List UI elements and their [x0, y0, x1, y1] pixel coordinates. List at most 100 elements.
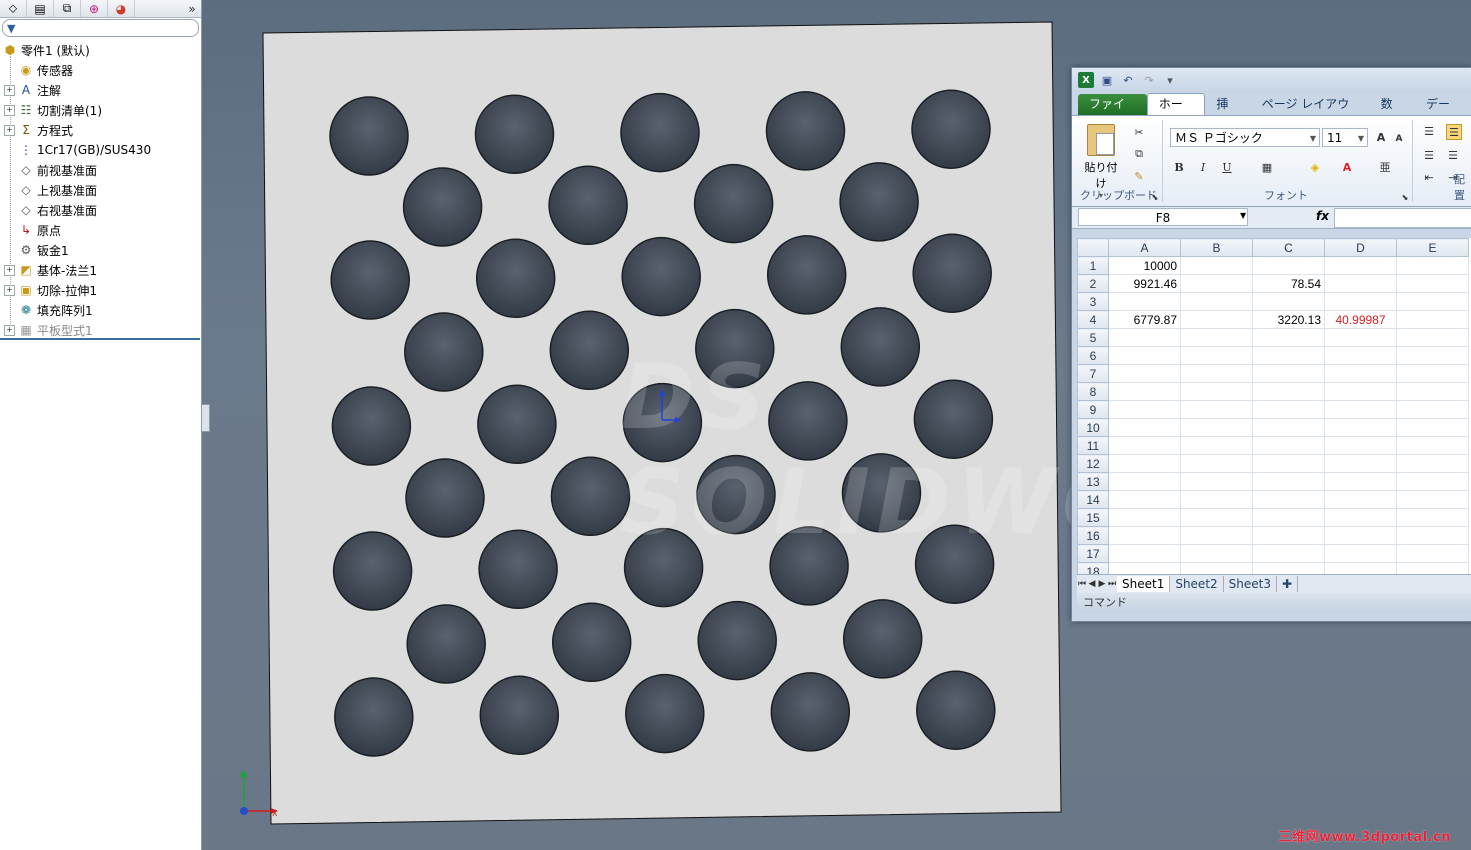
cell-d3[interactable]	[1324, 292, 1397, 311]
name-box[interactable]: F8	[1078, 208, 1248, 226]
cell-a5[interactable]	[1108, 328, 1181, 347]
cell-c12[interactable]	[1252, 454, 1325, 473]
cell-c13[interactable]	[1252, 472, 1325, 491]
cell-e4[interactable]	[1396, 310, 1469, 329]
select-all-corner[interactable]	[1077, 238, 1109, 257]
tab-insert[interactable]: 挿入	[1205, 94, 1250, 132]
cell-b3[interactable]	[1180, 292, 1253, 311]
cell-a3[interactable]	[1108, 292, 1181, 311]
row-header[interactable]: 7	[1077, 364, 1109, 383]
cell-e9[interactable]	[1396, 400, 1469, 419]
tree-item[interactable]: ⚙ 钣金1	[0, 240, 201, 260]
font-launcher-icon[interactable]: ⬊	[1398, 190, 1412, 204]
cell-e13[interactable]	[1396, 472, 1469, 491]
insert-function-icon[interactable]: fx	[1316, 209, 1329, 223]
cell-a14[interactable]	[1108, 490, 1181, 509]
row-header[interactable]: 3	[1077, 292, 1109, 311]
indent-decrease-icon[interactable]: ⇤	[1422, 170, 1436, 184]
column-header-d[interactable]: D	[1324, 238, 1397, 257]
tree-item[interactable]: ◇ 前视基准面	[0, 160, 201, 180]
cell-a17[interactable]	[1108, 544, 1181, 563]
column-header-c[interactable]: C	[1252, 238, 1325, 257]
cell-d1[interactable]	[1324, 256, 1397, 275]
cell-a9[interactable]	[1108, 400, 1181, 419]
cell-e5[interactable]	[1396, 328, 1469, 347]
cell-d7[interactable]	[1324, 364, 1397, 383]
cell-c8[interactable]	[1252, 382, 1325, 401]
align-middle-icon[interactable]: ☰	[1446, 124, 1462, 140]
first-sheet-icon[interactable]: ⏮	[1077, 579, 1087, 589]
cell-b16[interactable]	[1180, 526, 1253, 545]
tab-formulas[interactable]: 数式	[1370, 94, 1415, 132]
cell-c1[interactable]	[1252, 256, 1325, 275]
row-header[interactable]: 1	[1077, 256, 1109, 275]
row-header[interactable]: 13	[1077, 472, 1109, 491]
row-header[interactable]: 4	[1077, 310, 1109, 329]
font-name-combo[interactable]: ＭＳ Ｐゴシック ▼	[1170, 128, 1320, 147]
cell-a2[interactable]: 9921.46	[1108, 274, 1181, 293]
tree-item[interactable]: + Σ 方程式	[0, 120, 201, 140]
row-header[interactable]: 17	[1077, 544, 1109, 563]
cell-a13[interactable]	[1108, 472, 1181, 491]
row-header[interactable]: 18	[1077, 562, 1109, 574]
tree-item[interactable]: ◉ 传感器	[0, 60, 201, 80]
cell-e18[interactable]	[1396, 562, 1469, 574]
expand-icon[interactable]: +	[4, 125, 15, 136]
save-icon[interactable]: ▣	[1099, 72, 1115, 88]
cell-b8[interactable]	[1180, 382, 1253, 401]
expand-icon[interactable]: +	[4, 285, 15, 296]
tree-item[interactable]: + ▣ 切除-拉伸1	[0, 280, 201, 300]
cell-a11[interactable]	[1108, 436, 1181, 455]
cell-e3[interactable]	[1396, 292, 1469, 311]
cell-table[interactable]: A B C D E 1 10000 2 9921.46 78.54 3 4 6779.87 32…	[1077, 238, 1469, 574]
column-header-b[interactable]: B	[1180, 238, 1253, 257]
cell-c5[interactable]	[1252, 328, 1325, 347]
row-header[interactable]: 11	[1077, 436, 1109, 455]
excel-window[interactable]: X ▣ ↶ ↷ ▾ ファイル ホーム 挿入 ページ レイアウト 数式 データ 貼…	[1071, 67, 1471, 622]
tree-item[interactable]: ↳ 原点	[0, 220, 201, 240]
column-header-a[interactable]: A	[1108, 238, 1181, 257]
cell-e6[interactable]	[1396, 346, 1469, 365]
cell-d12[interactable]	[1324, 454, 1397, 473]
cell-b13[interactable]	[1180, 472, 1253, 491]
row-header[interactable]: 2	[1077, 274, 1109, 293]
cell-a8[interactable]	[1108, 382, 1181, 401]
cell-b14[interactable]	[1180, 490, 1253, 509]
cell-d8[interactable]	[1324, 382, 1397, 401]
clipboard-launcher-icon[interactable]: ⬊	[1148, 190, 1162, 204]
configuration-manager-icon[interactable]: ⧉	[54, 0, 81, 17]
cell-c18[interactable]	[1252, 562, 1325, 574]
cell-b5[interactable]	[1180, 328, 1253, 347]
tree-item[interactable]: ◇ 右视基准面	[0, 200, 201, 220]
tree-item[interactable]: + A 注解	[0, 80, 201, 100]
row-header[interactable]: 5	[1077, 328, 1109, 347]
tab-home[interactable]: ホーム	[1146, 93, 1206, 132]
cell-d10[interactable]	[1324, 418, 1397, 437]
cell-e14[interactable]	[1396, 490, 1469, 509]
cell-c9[interactable]	[1252, 400, 1325, 419]
more-tabs-button[interactable]: »	[183, 2, 201, 16]
cell-c14[interactable]	[1252, 490, 1325, 509]
row-header[interactable]: 12	[1077, 454, 1109, 473]
cell-a7[interactable]	[1108, 364, 1181, 383]
cell-b18[interactable]	[1180, 562, 1253, 574]
cell-d15[interactable]	[1324, 508, 1397, 527]
font-color-icon[interactable]: A	[1340, 160, 1354, 174]
cell-c4[interactable]: 3220.13	[1252, 310, 1325, 329]
expand-icon[interactable]: +	[4, 85, 15, 96]
cell-b1[interactable]	[1180, 256, 1253, 275]
tab-data[interactable]: データ	[1415, 94, 1471, 132]
insert-sheet-icon[interactable]: ✚	[1277, 576, 1299, 592]
copy-icon[interactable]: ⧉	[1132, 147, 1146, 161]
underline-button[interactable]: U	[1220, 160, 1234, 174]
row-header[interactable]: 9	[1077, 400, 1109, 419]
cell-d4[interactable]: 40.99987	[1324, 310, 1397, 329]
cell-d14[interactable]	[1324, 490, 1397, 509]
cell-c17[interactable]	[1252, 544, 1325, 563]
cell-a18[interactable]	[1108, 562, 1181, 574]
grow-font-icon[interactable]: A	[1374, 130, 1388, 144]
tree-item[interactable]: ⋮ 1Cr17(GB)/SUS430	[0, 140, 201, 160]
tab-page-layout[interactable]: ページ レイアウト	[1251, 94, 1370, 132]
column-header-e[interactable]: E	[1396, 238, 1469, 257]
cell-c16[interactable]	[1252, 526, 1325, 545]
